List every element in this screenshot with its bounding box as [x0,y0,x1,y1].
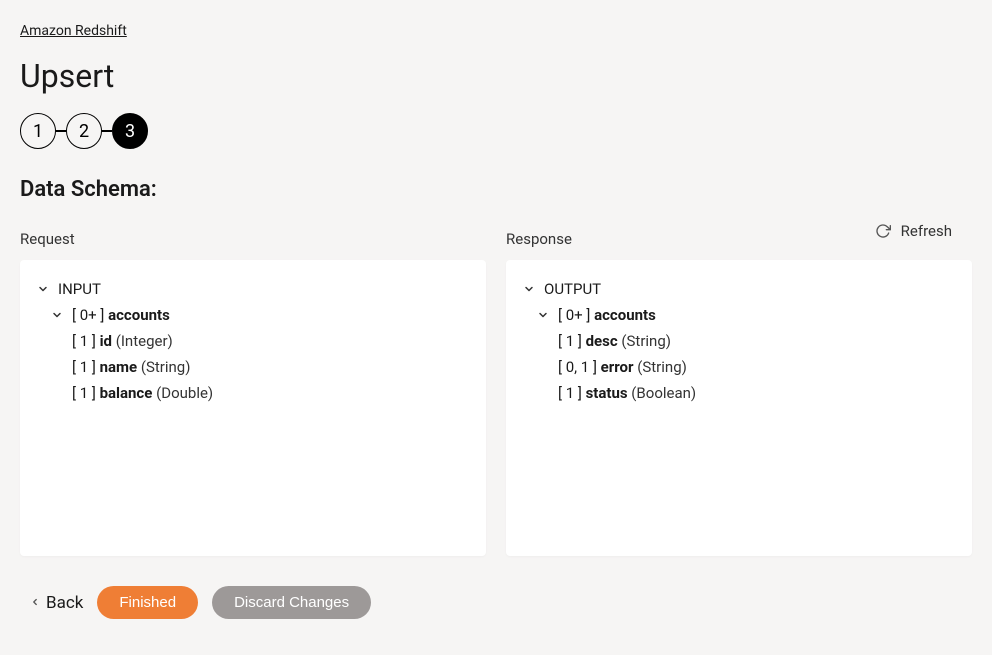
page-title: Upsert [20,57,972,95]
step-connector [102,130,112,132]
schema-cardinality: [ 1 ] [72,332,96,350]
schema-field-row: [ 0, 1 ] error (String) [522,358,956,376]
schema-cardinality: [ 0, 1 ] [558,358,597,376]
request-column: Request INPUT [ 0+ ] accounts [20,230,486,556]
schema-name: id [100,332,112,350]
schema-name: status [586,384,628,402]
step-connector [56,130,66,132]
request-title: Request [20,230,486,248]
schema-type: (String) [141,358,191,376]
schema-name: desc [586,332,618,350]
schema-type: (Integer) [116,332,173,350]
back-button[interactable]: Back [30,593,83,613]
schema-field-row: [ 1 ] balance (Double) [36,384,470,402]
response-object-row[interactable]: [ 0+ ] accounts [522,306,956,324]
chevron-down-icon [522,282,536,296]
response-root-row[interactable]: OUTPUT [522,280,956,298]
schema-cardinality: [ 0+ ] [558,306,590,324]
step-3[interactable]: 3 [112,113,148,149]
schema-type: (Double) [156,384,213,402]
request-object-row[interactable]: [ 0+ ] accounts [36,306,470,324]
schema-field-row: [ 1 ] id (Integer) [36,332,470,350]
schema-name: accounts [594,306,656,324]
schema-cardinality: [ 1 ] [558,384,582,402]
chevron-down-icon [536,308,550,322]
stepper: 1 2 3 [20,113,972,149]
schema-cardinality: [ 0+ ] [72,306,104,324]
footer-actions: Back Finished Discard Changes [20,586,972,619]
section-title: Data Schema: [20,177,972,202]
schema-field-row: [ 1 ] status (Boolean) [522,384,956,402]
schema-cardinality: [ 1 ] [72,358,96,376]
response-title: Response [506,230,972,248]
request-panel: INPUT [ 0+ ] accounts [ 1 ] id [20,260,486,556]
response-column: Response OUTPUT [ 0+ ] accounts [506,230,972,556]
schema-name: error [601,358,634,376]
request-root-label: INPUT [58,280,101,298]
step-1[interactable]: 1 [20,113,56,149]
schema-name: accounts [108,306,170,324]
schema-cardinality: [ 1 ] [72,384,96,402]
request-root-row[interactable]: INPUT [36,280,470,298]
breadcrumb[interactable]: Amazon Redshift [20,23,127,39]
schema-name: name [100,358,138,376]
finished-button[interactable]: Finished [97,586,198,619]
discard-changes-button[interactable]: Discard Changes [212,586,371,619]
schema-field-row: [ 1 ] desc (String) [522,332,956,350]
chevron-down-icon [50,308,64,322]
schema-cardinality: [ 1 ] [558,332,582,350]
back-label: Back [46,593,83,613]
chevron-down-icon [36,282,50,296]
schema-type: (String) [637,358,687,376]
schema-name: balance [100,384,153,402]
schema-field-row: [ 1 ] name (String) [36,358,470,376]
response-root-label: OUTPUT [544,280,601,298]
schema-type: (String) [621,332,671,350]
response-panel: OUTPUT [ 0+ ] accounts [ 1 ] desc [506,260,972,556]
schema-type: (Boolean) [631,384,696,402]
step-2[interactable]: 2 [66,113,102,149]
chevron-left-icon [30,595,40,611]
